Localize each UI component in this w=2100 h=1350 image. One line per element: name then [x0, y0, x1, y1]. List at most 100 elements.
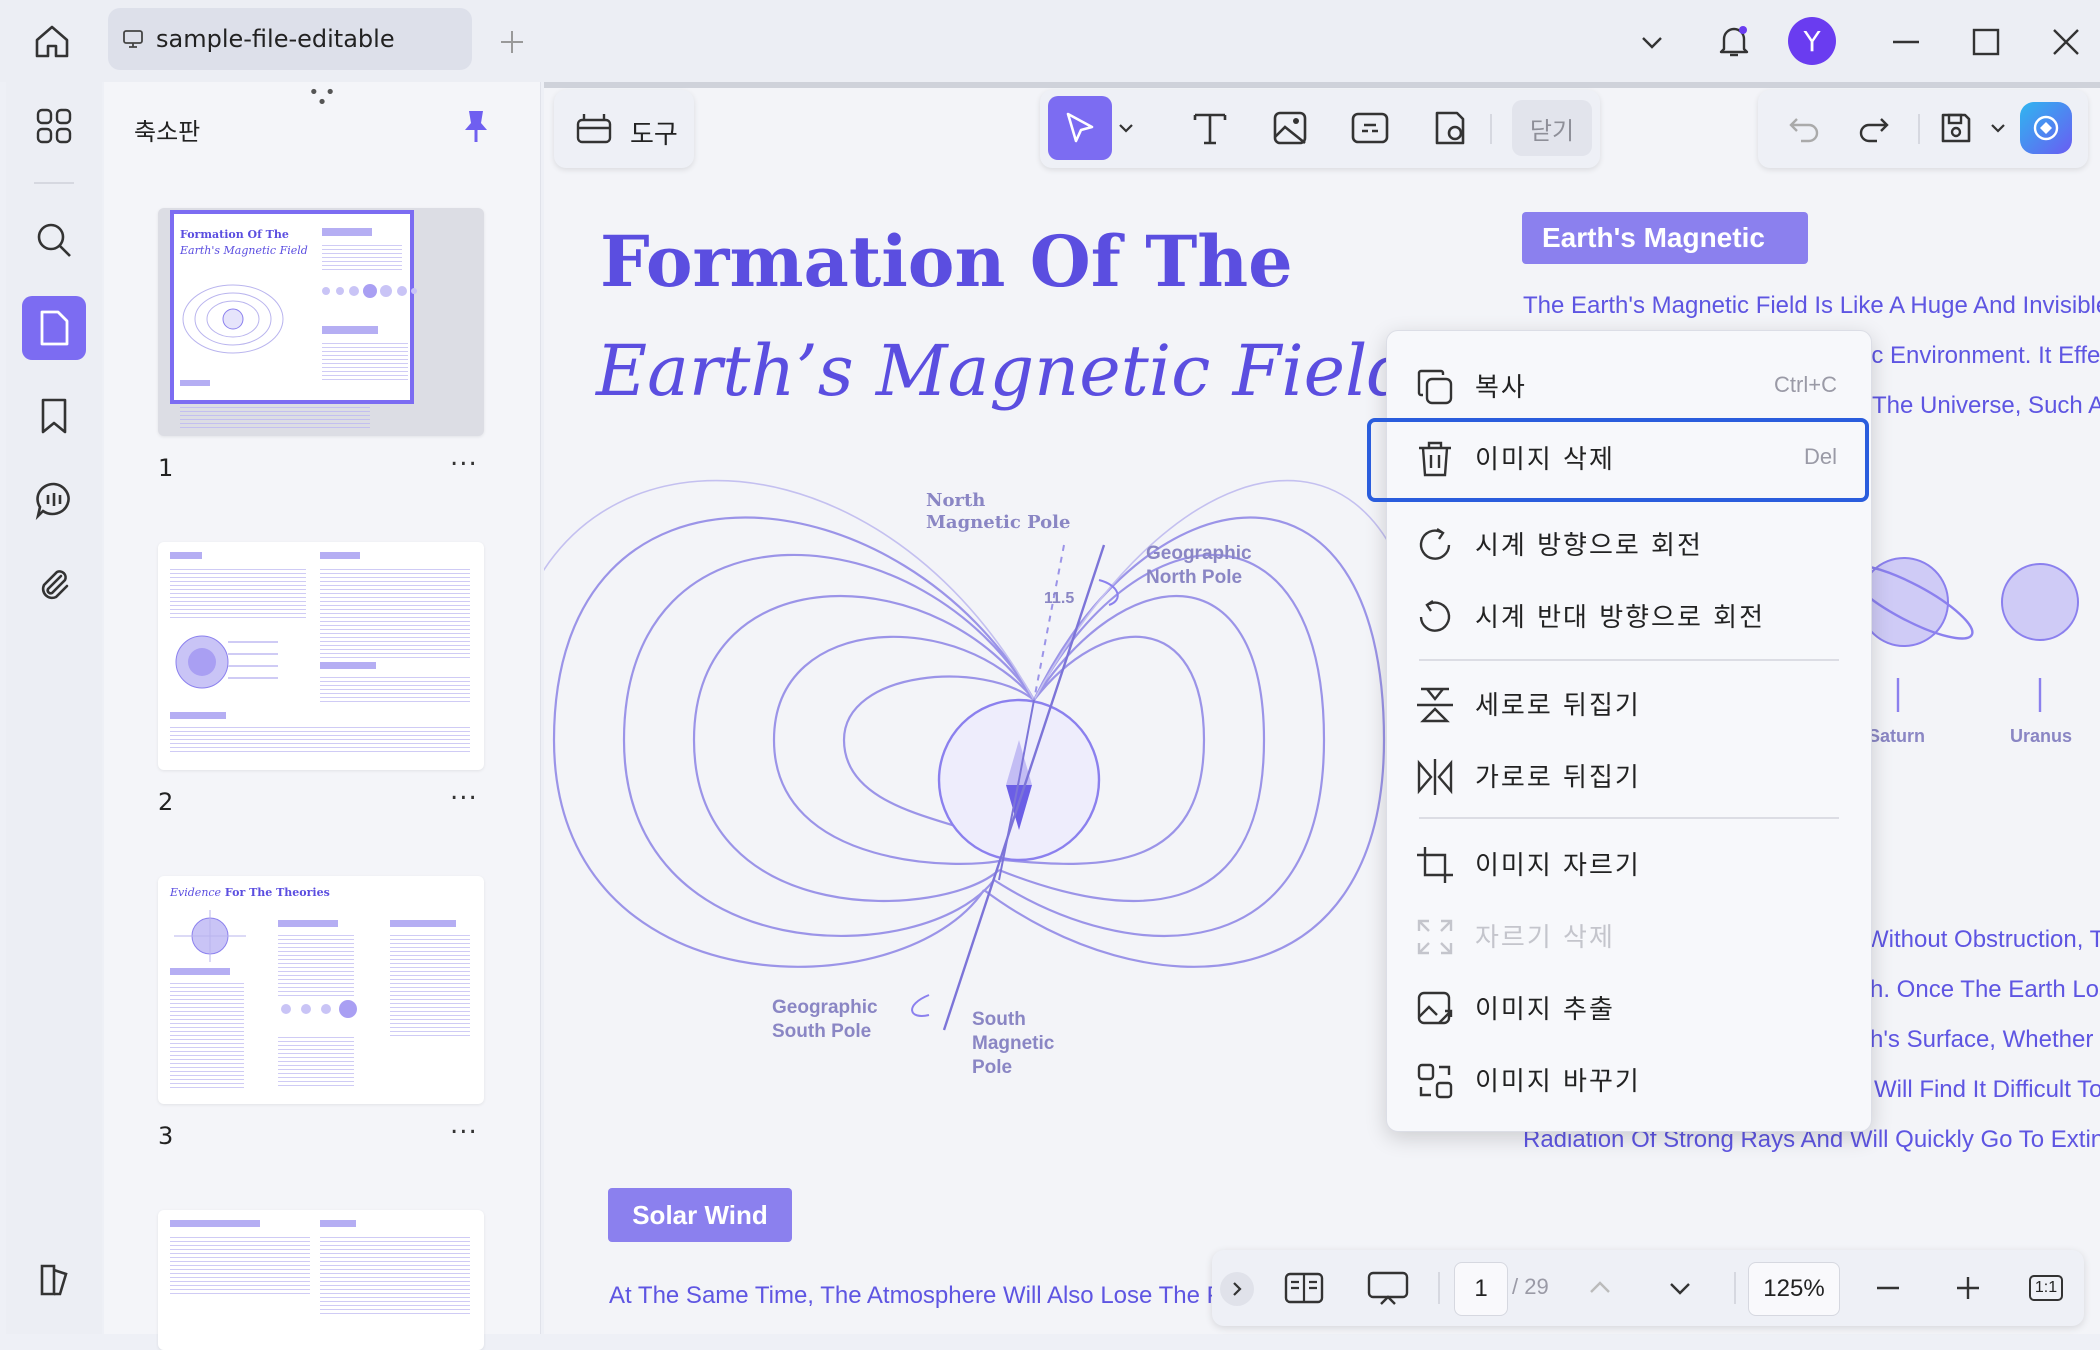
horizontal-scrollbar[interactable]	[544, 82, 2100, 88]
link-icon	[1351, 112, 1389, 144]
page-thumbnail-3[interactable]: Evidence For The Theories	[158, 876, 484, 1104]
undo-button[interactable]	[1776, 100, 1832, 156]
plus-icon	[1957, 1277, 1979, 1299]
notification-button[interactable]	[1710, 16, 1758, 66]
page-3-more-button[interactable]: ...	[450, 1110, 478, 1140]
tools-label: 도구	[630, 120, 678, 150]
home-button[interactable]	[24, 16, 80, 66]
next-page-button[interactable]	[1652, 1260, 1708, 1316]
watermark-tool-button[interactable]	[1422, 100, 1478, 156]
bottom-divider-2	[1734, 1272, 1736, 1304]
menu-item-copy[interactable]: 복사 Ctrl+C	[1387, 353, 1871, 417]
history-divider	[1918, 114, 1920, 144]
collapse-bar-button[interactable]	[1220, 1272, 1254, 1306]
new-tab-button[interactable]	[490, 20, 534, 64]
menu-item-flip-horizontal[interactable]: 가로로 뒤집기	[1387, 743, 1871, 807]
save-dropdown[interactable]	[1984, 100, 2012, 156]
select-tool-button[interactable]	[1048, 96, 1112, 160]
page-thumbnail-1[interactable]: Formation Of The Earth's Magnetic Field	[158, 208, 484, 436]
panel-resize-handle[interactable]: • • •	[302, 84, 342, 112]
document-tab[interactable]: sample-file-editable	[108, 8, 472, 70]
previous-page-button[interactable]	[1572, 1260, 1628, 1316]
close-window-button[interactable]	[2044, 20, 2088, 64]
menu-separator-2	[1419, 817, 1839, 819]
save-button[interactable]	[1928, 100, 1984, 156]
bottom-navigation-bar: 1 / 29 125% 1:1	[1212, 1250, 2084, 1326]
ai-assistant-button[interactable]	[2020, 102, 2072, 154]
presentation-button[interactable]	[1360, 1260, 1416, 1316]
magnetic-field-diagram[interactable]	[544, 450, 1394, 1110]
rail-comments-button[interactable]	[26, 472, 82, 528]
history-toolbar	[1758, 90, 2088, 168]
rail-apps-button[interactable]	[26, 98, 82, 154]
menu-item-remove-crop[interactable]: 자르기 삭제	[1387, 903, 1871, 967]
actual-size-button[interactable]: 1:1	[2020, 1262, 2072, 1314]
thumbnail-panel: • • • 축소판 Formation Of The Earth's Magne…	[104, 82, 541, 1350]
document-tab-title: sample-file-editable	[156, 25, 395, 53]
rail-search-button[interactable]	[26, 212, 82, 268]
select-tool-dropdown[interactable]	[1112, 100, 1140, 156]
rail-bottom-button[interactable]	[26, 1252, 82, 1308]
thumb3-title-a: Evidence	[170, 886, 222, 899]
page-2-more-button[interactable]: ...	[450, 776, 478, 806]
page-number-input[interactable]: 1	[1454, 1262, 1508, 1316]
redo-button[interactable]	[1846, 100, 1902, 156]
paperclip-icon	[41, 570, 69, 600]
thumb1-diagram	[182, 284, 284, 354]
chevron-up-icon	[1590, 1281, 1610, 1293]
home-icon	[35, 25, 69, 58]
close-edit-button[interactable]: 닫기	[1512, 100, 1592, 156]
rail-attachments-button[interactable]	[26, 556, 82, 612]
zoom-level-input[interactable]: 125%	[1748, 1262, 1840, 1316]
image-icon	[1273, 111, 1307, 145]
thumb1-planets	[322, 284, 417, 298]
tools-button[interactable]: 도구	[554, 90, 694, 168]
menu-item-rotate-clockwise[interactable]: 시계 방향으로 회전	[1387, 511, 1871, 575]
thumb2-earth-diagram	[175, 635, 278, 689]
zoom-in-button[interactable]	[1940, 1260, 1996, 1316]
rail-thumbnails-button[interactable]	[22, 296, 86, 360]
menu-item-replace-image-label: 이미지 바꾸기	[1475, 1066, 1641, 1097]
edit-toolbar: 닫기	[1040, 90, 1600, 168]
maximize-button[interactable]	[1964, 20, 2008, 64]
page-thumbnail-4[interactable]	[158, 1210, 484, 1350]
flip-horizontal-icon	[1417, 759, 1453, 795]
label-angle: 11.5	[1044, 590, 1075, 607]
menu-item-flip-vertical[interactable]: 세로로 뒤집기	[1387, 671, 1871, 735]
menu-item-crop-image[interactable]: 이미지 자르기	[1387, 831, 1871, 895]
search-icon	[37, 223, 71, 257]
planet-label-saturn: Saturn	[1868, 726, 1926, 746]
menu-item-rotate-counterclockwise[interactable]: 시계 반대 방향으로 회전	[1387, 583, 1871, 647]
tab-list-button[interactable]	[1630, 20, 1674, 64]
planets-diagram	[1860, 557, 2079, 712]
zoom-out-button[interactable]	[1860, 1260, 1916, 1316]
thumb4-pill	[170, 1220, 260, 1227]
menu-item-extract-image[interactable]: 이미지 추출	[1387, 975, 1871, 1039]
link-tool-button[interactable]	[1342, 100, 1398, 156]
rail-bookmarks-button[interactable]	[26, 388, 82, 444]
pin-button[interactable]	[460, 108, 500, 148]
monitor-icon	[123, 30, 143, 48]
text-tool-button[interactable]	[1182, 100, 1238, 156]
page-1-more-button[interactable]: ...	[450, 442, 478, 472]
page-thumbnail-2[interactable]	[158, 542, 484, 770]
minimize-button[interactable]	[1884, 20, 1928, 64]
undo-icon	[1789, 118, 1819, 143]
doc-title-line2: Earth’s Magnetic Field	[596, 330, 1413, 412]
page-layout-button[interactable]	[1276, 1260, 1332, 1316]
rotate-counterclockwise-icon	[1419, 600, 1451, 632]
page-number-3: 3	[158, 1122, 174, 1150]
menu-item-rotate-clockwise-label: 시계 방향으로 회전	[1475, 530, 1703, 561]
minus-icon	[1877, 1286, 1899, 1290]
page-icon	[40, 310, 69, 346]
bottom-text-line: At The Same Time, The Atmosphere Will Al…	[609, 1282, 1223, 1309]
user-avatar[interactable]: Y	[1788, 17, 1836, 65]
cursor-icon	[1066, 112, 1094, 143]
chevron-right-icon	[1233, 1282, 1242, 1296]
page-number-1: 1	[158, 454, 174, 482]
menu-item-replace-image[interactable]: 이미지 바꾸기	[1387, 1047, 1871, 1111]
earth-line-1: The Earth's Magnetic Field Is Like A Hug…	[1523, 292, 2100, 319]
thumb1-title-a: Formation Of The	[180, 228, 289, 241]
presentation-icon	[1367, 1271, 1409, 1305]
image-tool-button[interactable]	[1262, 100, 1318, 156]
